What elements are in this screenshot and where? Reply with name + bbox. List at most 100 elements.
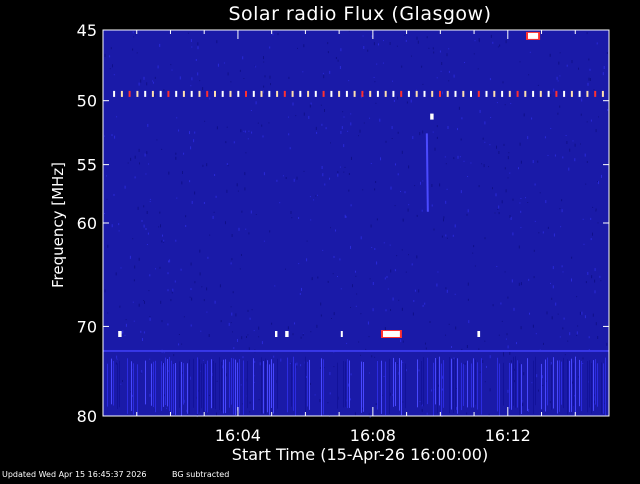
noise-speck [333,366,335,368]
noise-speck [167,323,169,326]
interference-dash [431,90,434,97]
noise-speck [162,234,163,237]
striation-line [451,358,452,410]
noise-speck [368,336,370,338]
noise-speck [230,262,232,265]
noise-speck [324,183,326,186]
noise-speck [180,268,182,271]
noise-speck [432,131,434,133]
noise-speck [348,173,350,175]
striation-line [601,362,602,414]
noise-speck [311,277,313,281]
noise-speck [374,248,376,250]
noise-speck [416,214,418,217]
noise-speck [339,258,341,261]
noise-speck [315,126,317,130]
noise-speck [492,187,493,190]
noise-speck [239,268,241,270]
striation-line [345,361,346,407]
noise-speck [542,384,544,386]
noise-speck [199,80,201,82]
x-axis-label: Start Time (15-Apr-26 16:00:00) [231,445,489,464]
noise-speck [537,160,539,163]
noise-speck [373,76,375,78]
x-tick-label: 16:04 [215,426,261,445]
noise-speck [556,76,558,80]
y-tick-label: 80 [77,407,97,426]
noise-speck [482,360,484,363]
noise-speck [350,204,352,207]
noise-speck [494,212,496,214]
noise-speck [363,93,365,95]
noise-speck [348,189,350,192]
striation-line [321,358,322,416]
interference-dash [586,90,589,97]
noise-speck [342,111,344,113]
striation-line [183,363,184,405]
interference-dash [369,90,372,97]
noise-speck [488,166,489,168]
noise-speck [295,115,297,117]
striation-line [117,363,118,409]
noise-speck [396,362,398,364]
noise-speck [149,274,151,277]
noise-speck [525,197,526,199]
noise-speck [588,77,590,81]
noise-speck [509,172,511,174]
noise-speck [207,256,209,259]
noise-speck [145,228,147,230]
noise-speck [172,288,174,292]
noise-speck [382,62,384,64]
noise-speck [385,309,387,312]
noise-speck [115,272,117,276]
noise-speck [436,136,438,139]
noise-speck [343,116,345,118]
striation-line [597,363,598,407]
noise-speck [155,268,156,270]
noise-speck [231,234,233,237]
striation-line [423,357,424,407]
noise-speck [466,213,468,216]
noise-speck [329,392,331,395]
noise-speck [140,330,142,333]
noise-speck [258,326,260,330]
noise-speck [354,412,356,416]
noise-speck [405,271,407,273]
noise-speck [478,185,480,188]
noise-speck [347,130,349,132]
interference-dash [283,90,286,97]
noise-speck [457,155,459,159]
noise-speck [245,152,247,154]
noise-speck [279,202,281,204]
noise-speck [496,266,498,267]
noise-speck [197,46,199,50]
noise-speck [202,164,204,167]
striation-line [473,358,474,408]
noise-speck [185,225,187,227]
noise-speck [348,30,350,32]
noise-speck [533,249,535,252]
noise-speck [225,141,227,144]
noise-speck [247,334,249,336]
noise-speck [402,218,404,222]
noise-speck [339,66,341,69]
noise-speck [589,78,591,81]
noise-speck [440,70,442,72]
noise-speck [561,90,563,92]
striation-line [533,360,534,414]
noise-speck [127,162,129,164]
burst-spot [285,331,289,337]
noise-speck [285,177,287,179]
noise-speck [337,171,339,174]
noise-speck [143,331,145,334]
interference-dash [446,90,449,97]
noise-speck [179,76,181,80]
noise-speck [183,316,185,318]
noise-speck [498,334,500,336]
noise-speck [292,102,294,106]
noise-speck [390,309,391,311]
striation-line [363,362,364,412]
noise-speck [567,340,569,342]
noise-speck [344,166,346,168]
noise-speck [492,304,494,307]
